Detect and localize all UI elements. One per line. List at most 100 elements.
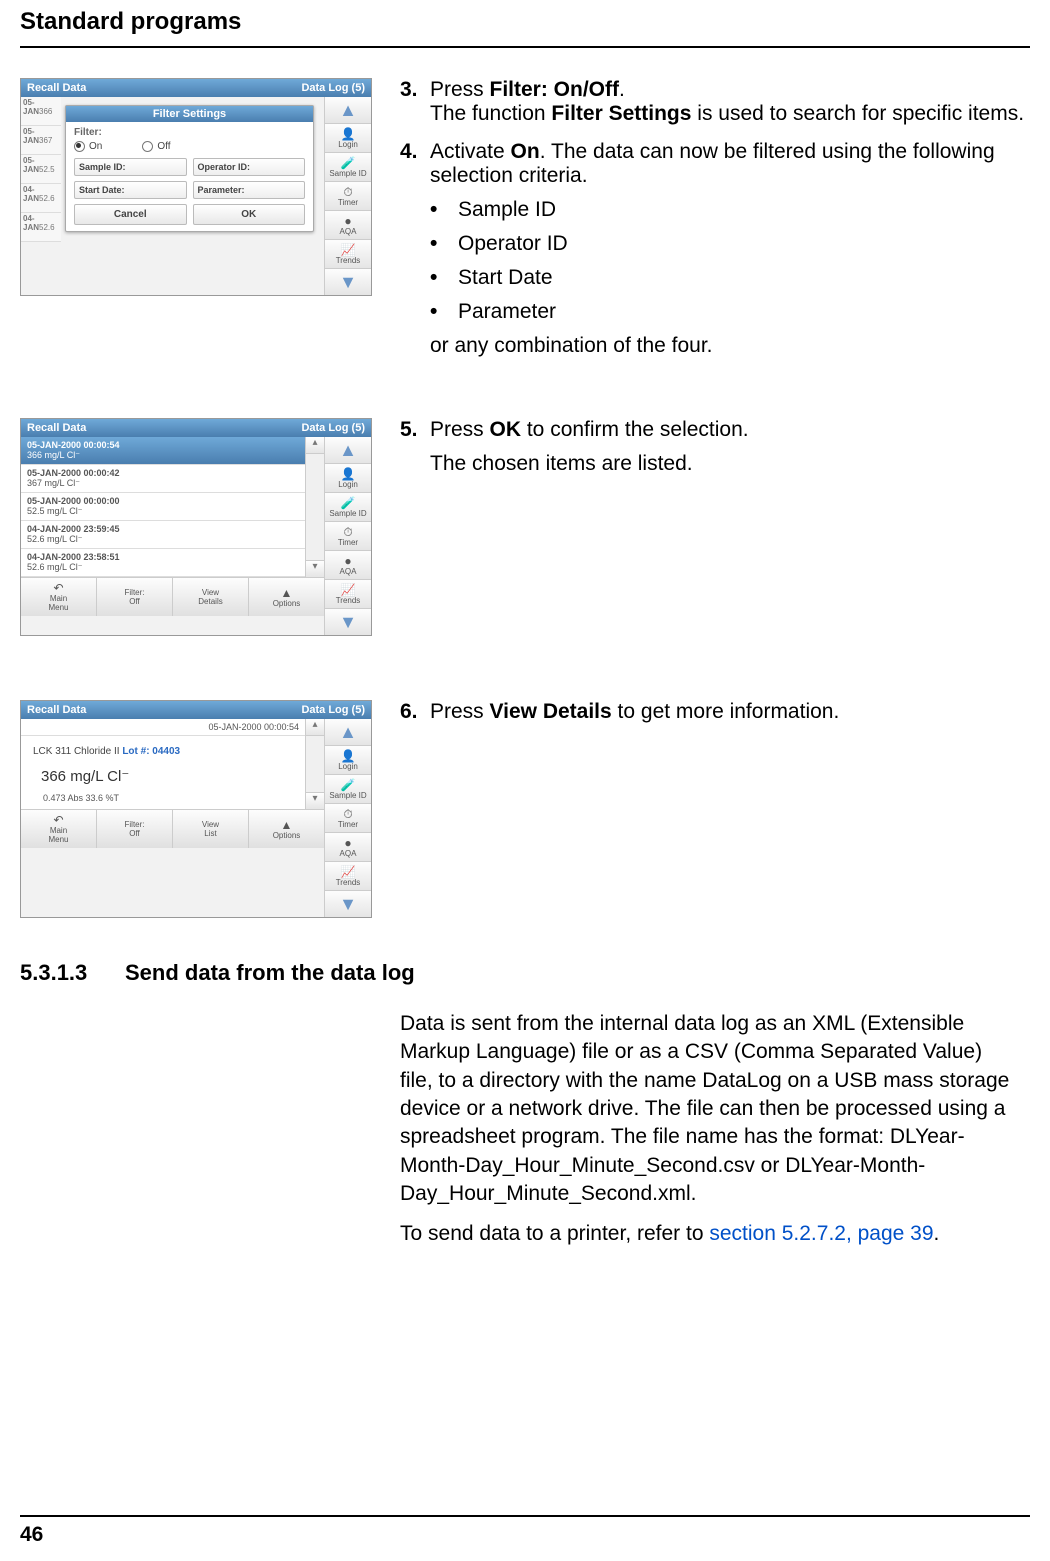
section-number: 5.3.1.3 <box>20 960 125 986</box>
page-down-icon[interactable]: ▼ <box>325 269 371 295</box>
footer-line <box>20 1515 1030 1517</box>
side-label: Login <box>338 140 358 149</box>
toolbar-label: View List <box>202 820 219 838</box>
filter-cell[interactable]: Parameter: <box>193 181 306 199</box>
side-icon: 👤 <box>341 128 356 140</box>
side-button[interactable]: 🧪Sample ID <box>325 775 371 804</box>
page-down-icon[interactable]: ▼ <box>325 609 371 635</box>
filter-cell[interactable]: Start Date: <box>74 181 187 199</box>
scroll-up-icon[interactable]: ▴ <box>306 719 324 736</box>
side-button[interactable]: 👤Login <box>325 124 371 153</box>
list-item[interactable]: 04-JAN-2000 23:59:4552.6 mg/L Cl⁻ <box>21 521 305 549</box>
side-button[interactable]: ⏱Timer <box>325 182 371 211</box>
toolbar-label: View Details <box>198 588 222 606</box>
toolbar-button[interactable]: ▲Options <box>249 810 324 848</box>
detail-program: LCK 311 Chloride II Lot #: 04403 <box>33 746 293 757</box>
side-icon: 📈 <box>341 584 356 596</box>
screenshot-view-details: Recall Data Data Log (5) 05-JAN-2000 00:… <box>20 700 372 918</box>
radio-on[interactable]: On <box>74 141 102 152</box>
side-button[interactable]: ●AQA <box>325 833 371 862</box>
side-icon: 🧪 <box>341 497 356 509</box>
step-body: Press Filter: On/Off. The function Filte… <box>430 78 1030 126</box>
screenshot-data-list: Recall Data Data Log (5) 05-JAN-2000 00:… <box>20 418 372 636</box>
screenshot-filter-settings: Recall Data Data Log (5) 05-JAN36605-JAN… <box>20 78 372 296</box>
side-icon: 📈 <box>341 866 356 878</box>
side-label: Sample ID <box>329 509 366 518</box>
list-item[interactable]: 05-JAN-2000 00:00:54366 mg/L Cl⁻ <box>21 437 305 465</box>
page-up-icon[interactable]: ▲ <box>325 719 371 746</box>
toolbar-label: Options <box>273 599 301 608</box>
toolbar-label: Main Menu <box>48 594 68 612</box>
radio-on-label: On <box>89 141 102 152</box>
bullet-item: •Operator ID <box>430 232 1030 256</box>
shot1-title-left: Recall Data <box>27 82 86 94</box>
cross-reference-link[interactable]: section 5.2.7.2, page 39 <box>709 1222 933 1245</box>
toolbar-icon: ▲ <box>281 819 293 831</box>
list-item: 04-JAN52.6 <box>21 213 61 242</box>
side-button[interactable]: 📈Trends <box>325 240 371 269</box>
page-up-icon[interactable]: ▲ <box>325 97 371 124</box>
shot1-title-right: Data Log (5) <box>301 82 365 94</box>
side-button[interactable]: 👤Login <box>325 746 371 775</box>
side-icon: ● <box>344 555 351 567</box>
toolbar-icon: ↶ <box>53 582 63 594</box>
radio-off-label: Off <box>157 141 170 152</box>
body-paragraph: To send data to a printer, refer to sect… <box>400 1220 1020 1248</box>
side-button[interactable]: 📈Trends <box>325 580 371 609</box>
side-label: Login <box>338 762 358 771</box>
side-label: Login <box>338 480 358 489</box>
page-up-icon[interactable]: ▲ <box>325 437 371 464</box>
dialog-title: Filter Settings <box>66 106 313 122</box>
section-heading: 5.3.1.3 Send data from the data log <box>20 960 1030 986</box>
side-button[interactable]: 🧪Sample ID <box>325 153 371 182</box>
step-body: Activate On. The data can now be filtere… <box>430 140 1030 188</box>
side-button[interactable]: ⏱Timer <box>325 522 371 551</box>
list-item[interactable]: 05-JAN-2000 00:00:42367 mg/L Cl⁻ <box>21 465 305 493</box>
bullet-item: •Parameter <box>430 300 1030 324</box>
toolbar-label: Filter: Off <box>125 588 145 606</box>
toolbar-icon: ▲ <box>281 587 293 599</box>
side-icon: 🧪 <box>341 157 356 169</box>
ok-button[interactable]: OK <box>193 204 306 225</box>
shot3-title-right: Data Log (5) <box>301 704 365 716</box>
scroll-up-icon[interactable]: ▴ <box>306 437 324 454</box>
step-number: 4. <box>400 140 430 188</box>
body-paragraph: Data is sent from the internal data log … <box>400 1010 1020 1208</box>
side-button[interactable]: 📈Trends <box>325 862 371 891</box>
side-label: Trends <box>336 256 361 265</box>
detail-value: 366 mg/L Cl⁻ <box>41 767 293 785</box>
cancel-button[interactable]: Cancel <box>74 204 187 225</box>
page-down-icon[interactable]: ▼ <box>325 891 371 917</box>
side-icon: 📈 <box>341 244 356 256</box>
side-button[interactable]: ●AQA <box>325 211 371 240</box>
toolbar-button[interactable]: Filter: Off <box>97 578 173 616</box>
scroll-down-icon[interactable]: ▾ <box>306 792 324 809</box>
filter-cell[interactable]: Operator ID: <box>193 158 306 176</box>
toolbar-button[interactable]: ↶Main Menu <box>21 578 97 616</box>
toolbar-button[interactable]: ↶Main Menu <box>21 810 97 848</box>
step-body: Press OK to confirm the selection. <box>430 418 1030 442</box>
detail-abs: 0.473 Abs 33.6 %T <box>43 793 293 803</box>
filter-cell[interactable]: Sample ID: <box>74 158 187 176</box>
side-button[interactable]: 🧪Sample ID <box>325 493 371 522</box>
toolbar-button[interactable]: ▲Options <box>249 578 324 616</box>
side-label: Trends <box>336 878 361 887</box>
list-item[interactable]: 04-JAN-2000 23:58:5152.6 mg/L Cl⁻ <box>21 549 305 577</box>
scrollbar[interactable]: ▴ ▾ <box>305 719 324 809</box>
radio-off[interactable]: Off <box>142 141 170 152</box>
list-item[interactable]: 05-JAN-2000 00:00:0052.5 mg/L Cl⁻ <box>21 493 305 521</box>
side-icon: 👤 <box>341 468 356 480</box>
side-button[interactable]: ⏱Timer <box>325 804 371 833</box>
side-button[interactable]: ●AQA <box>325 551 371 580</box>
step-body: Press View Details to get more informati… <box>430 700 1030 724</box>
side-button[interactable]: 👤Login <box>325 464 371 493</box>
toolbar-button[interactable]: View List <box>173 810 249 848</box>
toolbar-button[interactable]: Filter: Off <box>97 810 173 848</box>
scroll-down-icon[interactable]: ▾ <box>306 560 324 577</box>
scrollbar[interactable]: ▴ ▾ <box>305 437 324 577</box>
side-label: Sample ID <box>329 169 366 178</box>
page-header: Standard programs <box>20 8 1030 48</box>
side-icon: ● <box>344 837 351 849</box>
toolbar-button[interactable]: View Details <box>173 578 249 616</box>
shot3-title-left: Recall Data <box>27 704 86 716</box>
